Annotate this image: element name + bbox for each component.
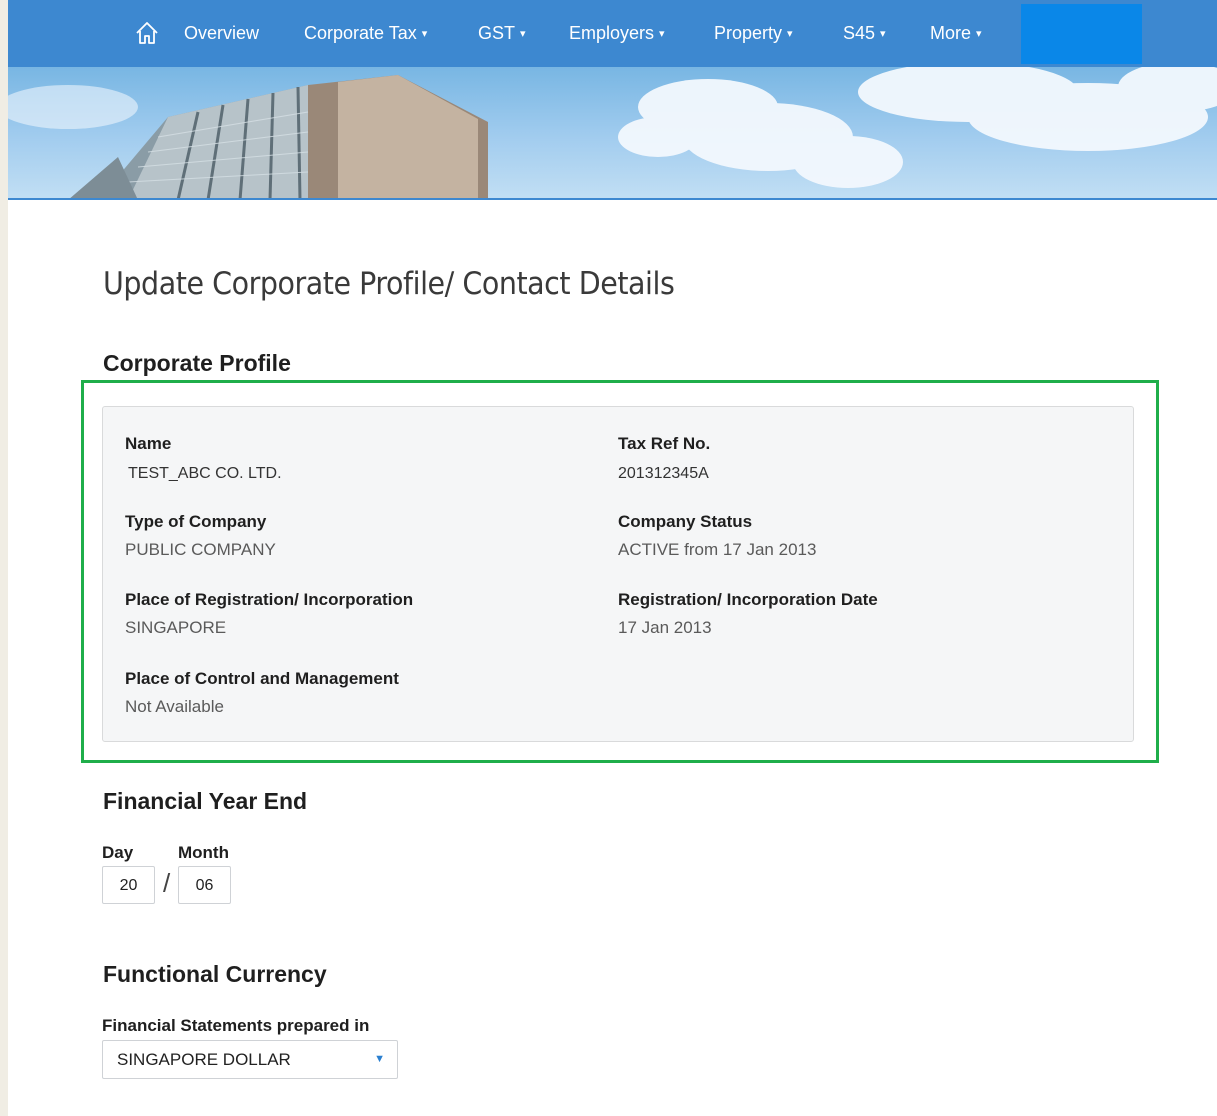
company-type-label: Type of Company (125, 512, 267, 531)
nav-more[interactable]: More ▾ (930, 0, 982, 67)
name-value: TEST_ABC CO. LTD. (128, 465, 282, 482)
financial-year-end-heading: Financial Year End (103, 788, 308, 814)
corporate-profile-heading: Corporate Profile (103, 350, 291, 376)
month-label: Month (178, 843, 229, 862)
tax-ref-label: Tax Ref No. (618, 434, 711, 453)
company-status-label: Company Status (618, 512, 753, 531)
header-banner-image (8, 67, 1217, 200)
nav-property[interactable]: Property ▾ (714, 0, 793, 67)
tax-ref-value: 201312345A (618, 465, 709, 482)
month-input[interactable]: 06 (178, 866, 231, 904)
top-nav: Overview Corporate Tax ▾ GST ▾ Employers ▾ … (8, 0, 1217, 67)
nav-overview[interactable]: Overview (184, 0, 259, 67)
caret-down-icon: ▾ (421, 28, 428, 40)
caret-down-icon: ▾ (880, 28, 886, 40)
place-of-control-value: Not Available (125, 697, 224, 716)
nav-employers[interactable]: Employers ▾ (569, 0, 665, 67)
caret-down-icon: ▾ (659, 28, 665, 40)
caret-down-icon: ▾ (976, 28, 982, 40)
place-of-control-label: Place of Control and Management (125, 669, 399, 688)
building-and-sky-illustration (8, 67, 1217, 200)
page-title: Update Corporate Profile/ Contact Detail… (103, 266, 675, 302)
home-icon[interactable] (134, 20, 160, 46)
day-label: Day (102, 843, 134, 862)
currency-select[interactable]: SINGAPORE DOLLAR ▼ (102, 1040, 398, 1079)
name-label: Name (125, 434, 172, 453)
dropdown-arrow-icon: ▼ (374, 1053, 385, 1065)
banner-divider (8, 198, 1217, 200)
caret-down-icon: ▾ (787, 28, 793, 40)
page: Overview Corporate Tax ▾ GST ▾ Employers ▾ … (8, 0, 1217, 1116)
financial-statements-label: Financial Statements prepared in (102, 1016, 370, 1035)
place-of-registration-label: Place of Registration/ Incorporation (125, 590, 414, 609)
registration-date-value: 17 Jan 2013 (618, 618, 712, 637)
place-of-registration-value: SINGAPORE (125, 618, 227, 637)
corporate-profile-card: Name TEST_ABC CO. LTD. Tax Ref No. 20131… (102, 406, 1134, 742)
nav-s45[interactable]: S45 ▾ (843, 0, 886, 67)
company-type-value: PUBLIC COMPANY (125, 540, 276, 559)
currency-select-value: SINGAPORE DOLLAR (117, 1050, 291, 1069)
registration-date-label: Registration/ Incorporation Date (618, 590, 878, 609)
nav-gst[interactable]: GST ▾ (478, 0, 526, 67)
day-input[interactable]: 20 (102, 866, 155, 904)
date-separator: / (163, 868, 171, 898)
nav-corporate-tax[interactable]: Corporate Tax ▾ (304, 0, 427, 67)
functional-currency-heading: Functional Currency (103, 961, 327, 987)
company-status-value: ACTIVE from 17 Jan 2013 (618, 540, 817, 559)
caret-down-icon: ▾ (520, 28, 526, 40)
nav-user-area[interactable] (1021, 4, 1142, 64)
